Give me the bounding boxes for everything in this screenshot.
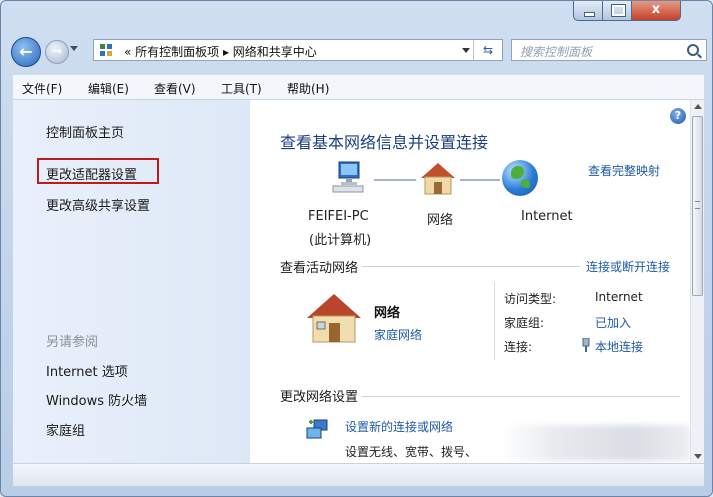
access-type-label: 访问类型: <box>504 292 557 306</box>
menu-help[interactable]: 帮助(H) <box>287 80 329 97</box>
see-also-heading: 另请参阅 <box>46 335 99 350</box>
control-panel-icon <box>100 44 114 56</box>
sidebar-link-change-adapter-settings[interactable]: 更改适配器设置 <box>46 164 137 183</box>
access-type-value: Internet <box>595 290 643 304</box>
blurred-region <box>500 425 690 461</box>
sidebar-link-internet-options[interactable]: Internet 选项 <box>46 361 128 380</box>
vertical-divider <box>494 282 495 360</box>
network-type-link[interactable]: 家庭网络 <box>374 326 422 343</box>
view-full-map-link[interactable]: 查看完整映射 <box>588 162 660 179</box>
new-connection-icon <box>306 419 328 439</box>
connection-line <box>374 179 416 181</box>
maximize-button[interactable] <box>602 1 632 21</box>
sidebar-link-advanced-sharing[interactable]: 更改高级共享设置 <box>46 195 150 214</box>
homegroup-label: 家庭组: <box>504 316 545 330</box>
back-button[interactable]: ← <box>11 37 41 67</box>
scroll-down-arrow-icon[interactable] <box>694 454 702 459</box>
setup-new-connection-link[interactable]: 设置新的连接或网络 <box>345 418 453 435</box>
computer-name: FEIFEI-PC <box>308 209 369 224</box>
setup-description: 设置无线、宽带、拨号、 <box>345 445 478 459</box>
connect-disconnect-link[interactable]: 连接或断开连接 <box>586 258 670 275</box>
address-breadcrumb[interactable]: « 所有控制面板项 ▸ 网络和共享中心 <box>124 43 317 60</box>
scroll-up-arrow-icon[interactable] <box>694 104 702 109</box>
active-network-name: 网络 <box>374 306 401 321</box>
minimize-button[interactable] <box>573 1 603 21</box>
active-networks-heading: 查看活动网络 <box>280 257 363 276</box>
ethernet-plug-icon <box>582 338 590 352</box>
close-button[interactable]: x <box>631 1 681 21</box>
local-connection-link[interactable]: 本地连接 <box>595 338 643 355</box>
homegroup-value-link[interactable]: 已加入 <box>595 314 631 331</box>
menu-file[interactable]: 文件(F) <box>22 80 62 97</box>
content-area: 控制面板主页 更改适配器设置 更改高级共享设置 另请参阅 Internet 选项… <box>13 100 704 463</box>
internet-node-label: Internet <box>521 209 573 224</box>
refresh-button[interactable]: ⇆ <box>473 40 502 60</box>
address-dropdown-icon[interactable] <box>462 48 470 53</box>
network-node-label: 网络 <box>427 213 454 228</box>
change-settings-heading: 更改网络设置 <box>280 386 363 405</box>
forward-button[interactable]: → <box>45 40 69 64</box>
internet-globe-icon[interactable] <box>502 160 538 196</box>
search-icon[interactable] <box>687 44 699 56</box>
status-bar <box>13 463 704 486</box>
recent-pages-dropdown-icon[interactable] <box>70 46 78 51</box>
network-house-icon[interactable] <box>418 160 458 196</box>
menu-bar: 文件(F) 编辑(E) 查看(V) 工具(T) 帮助(H) <box>13 75 704 100</box>
task-sidebar: 控制面板主页 更改适配器设置 更改高级共享设置 另请参阅 Internet 选项… <box>13 100 250 463</box>
sidebar-link-homegroup[interactable]: 家庭组 <box>46 420 85 439</box>
vertical-scrollbar[interactable] <box>690 100 704 463</box>
computer-note: (此计算机) <box>309 233 372 248</box>
sidebar-link-windows-firewall[interactable]: Windows 防火墙 <box>46 390 147 409</box>
menu-tools[interactable]: 工具(T) <box>221 80 262 97</box>
home-network-icon <box>307 294 361 343</box>
title-bar[interactable]: x <box>1 1 712 27</box>
sidebar-link-control-panel-home[interactable]: 控制面板主页 <box>46 122 124 141</box>
address-bar[interactable]: « 所有控制面板项 ▸ 网络和共享中心 ⇆ <box>93 39 503 61</box>
main-panel: ? 查看基本网络信息并设置连接 查看完整映射 FEIFEI-PC (此计算机) … <box>250 100 690 463</box>
search-box[interactable]: 搜索控制面板 <box>511 39 707 61</box>
connection-line <box>460 179 500 181</box>
search-placeholder: 搜索控制面板 <box>520 45 593 59</box>
connection-label: 连接: <box>504 340 533 354</box>
menu-edit[interactable]: 编辑(E) <box>88 80 129 97</box>
scroll-thumb[interactable] <box>692 116 703 296</box>
computer-icon[interactable] <box>330 160 370 196</box>
navigation-bar: ← → « 所有控制面板项 ▸ 网络和共享中心 ⇆ 搜索控制面板 <box>1 31 712 67</box>
scroll-grip-icon <box>695 201 700 209</box>
control-panel-window: x ← → « 所有控制面板项 ▸ 网络和共享中心 ⇆ 搜索控制面板 文件(F)… <box>0 0 713 497</box>
page-title: 查看基本网络信息并设置连接 <box>280 133 489 152</box>
help-icon[interactable]: ? <box>670 108 686 124</box>
menu-view[interactable]: 查看(V) <box>154 80 196 97</box>
